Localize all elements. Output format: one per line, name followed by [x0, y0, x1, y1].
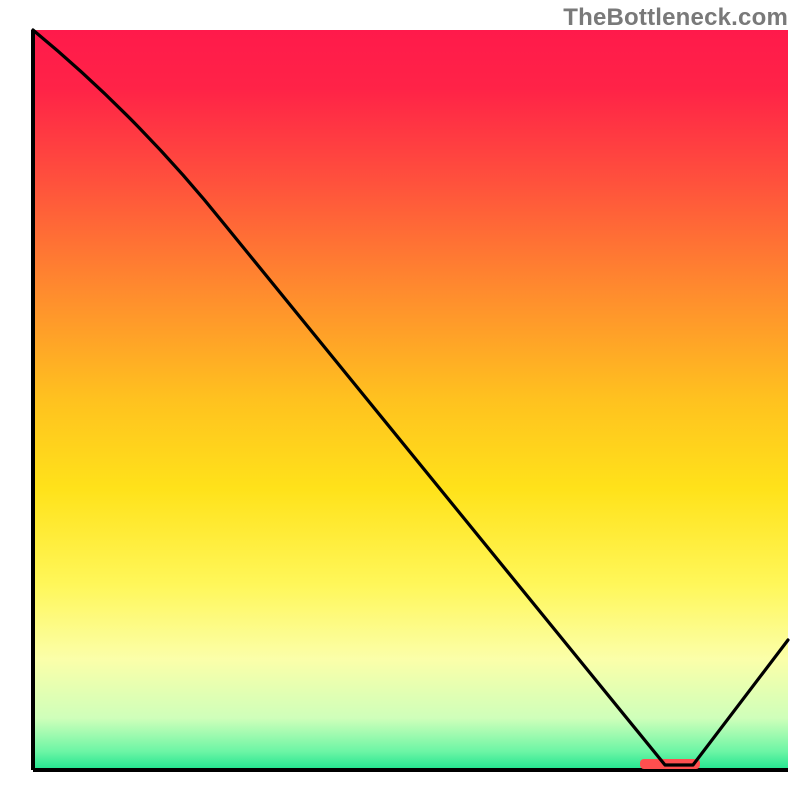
bottleneck-chart — [0, 0, 800, 800]
chart-container: TheBottleneck.com — [0, 0, 800, 800]
plot-background — [33, 30, 788, 770]
